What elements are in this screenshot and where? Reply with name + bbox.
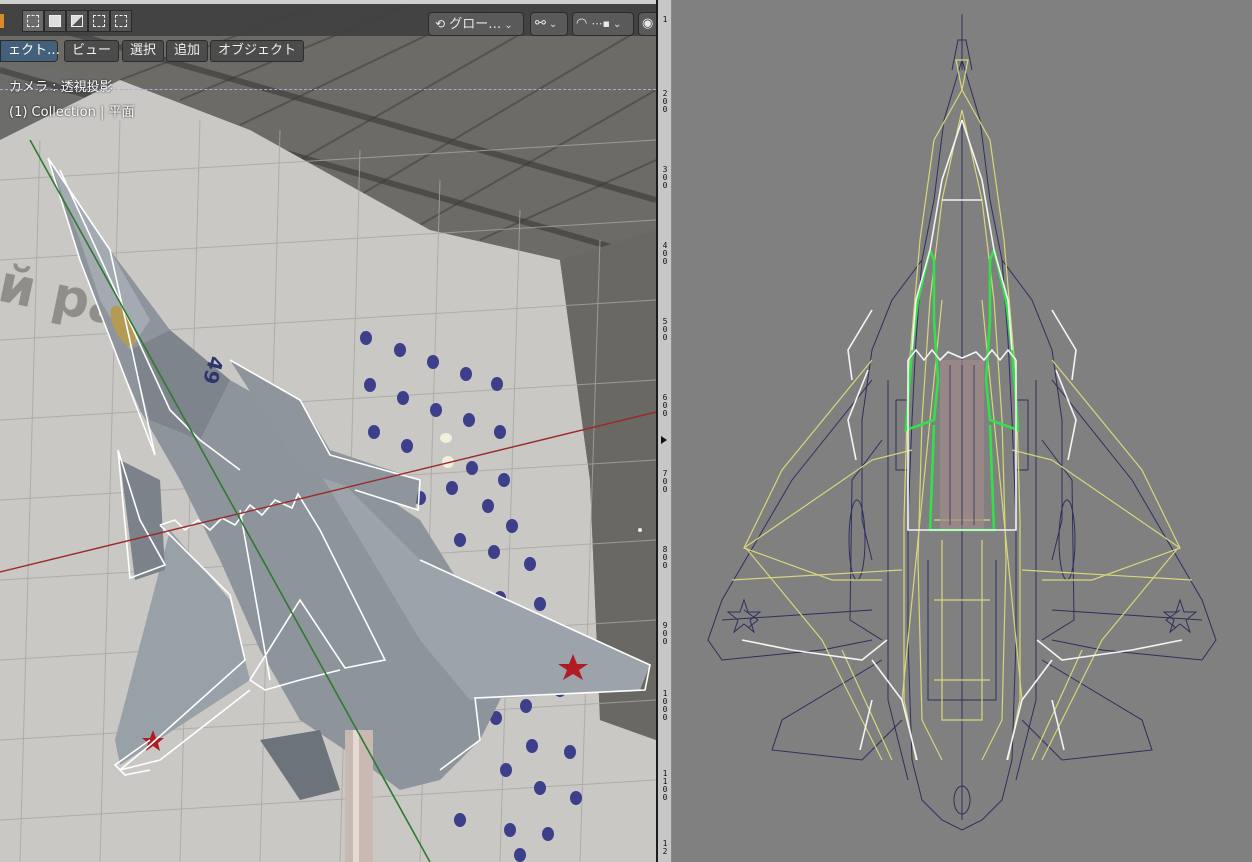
chevron-down-icon: ⌄ [548, 19, 558, 30]
ruler-label: 1100 [662, 769, 668, 802]
ruler-marker-icon [661, 436, 667, 444]
ruler-label: 200 [662, 89, 668, 114]
ruler-label: 500 [662, 317, 668, 342]
pivot-point-dropdown[interactable]: ⚯ ⌄ [530, 12, 568, 36]
ruler-label: 800 [662, 545, 668, 570]
vertical-ruler: 1 200 300 400 500 600 700 800 900 1000 1… [658, 0, 672, 862]
pivot-link-icon: ⚯ [535, 16, 546, 31]
proportional-edit-icon: ◉ [642, 16, 654, 31]
ruler-label: 1 [662, 15, 668, 24]
object-mode-dropdown[interactable]: ェクト…⌄ [0, 40, 70, 62]
select-menu[interactable]: 選択 [122, 40, 165, 62]
select-mode-extend-button[interactable] [44, 10, 66, 32]
select-mode-new-button[interactable] [22, 10, 44, 32]
ruler-label: 400 [662, 241, 668, 266]
ruler-label: 600 [662, 393, 668, 418]
3d-viewport[interactable]: й ра 49 ⟲ グロー… ⌄ ⚯ ⌄ ◠ ⋯▪ ⌄ ◉ ェクト… ビュー 選… [0, 0, 656, 862]
wireframe-blueprint [707, 14, 1217, 831]
chevron-down-icon: ⌄ [504, 20, 513, 31]
viewport-scene[interactable]: й ра 49 [0, 0, 656, 862]
object-menu[interactable]: オブジェクト [210, 40, 305, 62]
add-menu[interactable]: 追加 [166, 40, 209, 62]
snapping-group[interactable]: ◠ ⋯▪ ⌄ [572, 12, 634, 36]
transform-orientation-dropdown[interactable]: ⟲ グロー… ⌄ [428, 12, 524, 36]
select-mode-subtract-button[interactable] [66, 10, 88, 32]
reference-blueprint-view[interactable] [672, 0, 1252, 862]
ruler-label: 300 [662, 165, 668, 190]
snap-increment-icon[interactable]: ⋯▪ [591, 17, 609, 30]
select-mode-invert-button[interactable] [88, 10, 110, 32]
snap-magnet-icon[interactable]: ◠ [576, 16, 587, 31]
select-mode-intersect-button[interactable] [110, 10, 132, 32]
ruler-label: 700 [662, 469, 668, 494]
orange-marker-icon [0, 14, 4, 28]
chevron-down-icon: ⌄ [612, 19, 622, 30]
camera-border-line [0, 89, 656, 90]
transform-orientation-icon: ⟲ [435, 17, 446, 31]
viewport-header: ⟲ グロー… ⌄ ⚯ ⌄ ◠ ⋯▪ ⌄ ◉ [0, 0, 656, 36]
ruler-label: 12 [662, 839, 668, 856]
collection-label: (1) Collection | 平面 [9, 105, 135, 120]
ruler-label: 900 [662, 621, 668, 646]
camera-projection-label: カメラ : 透視投影 [9, 80, 113, 95]
ruler-label: 1000 [662, 689, 668, 722]
proportional-edit-button[interactable]: ◉ [638, 12, 656, 36]
view-menu[interactable]: ビュー [64, 40, 120, 62]
